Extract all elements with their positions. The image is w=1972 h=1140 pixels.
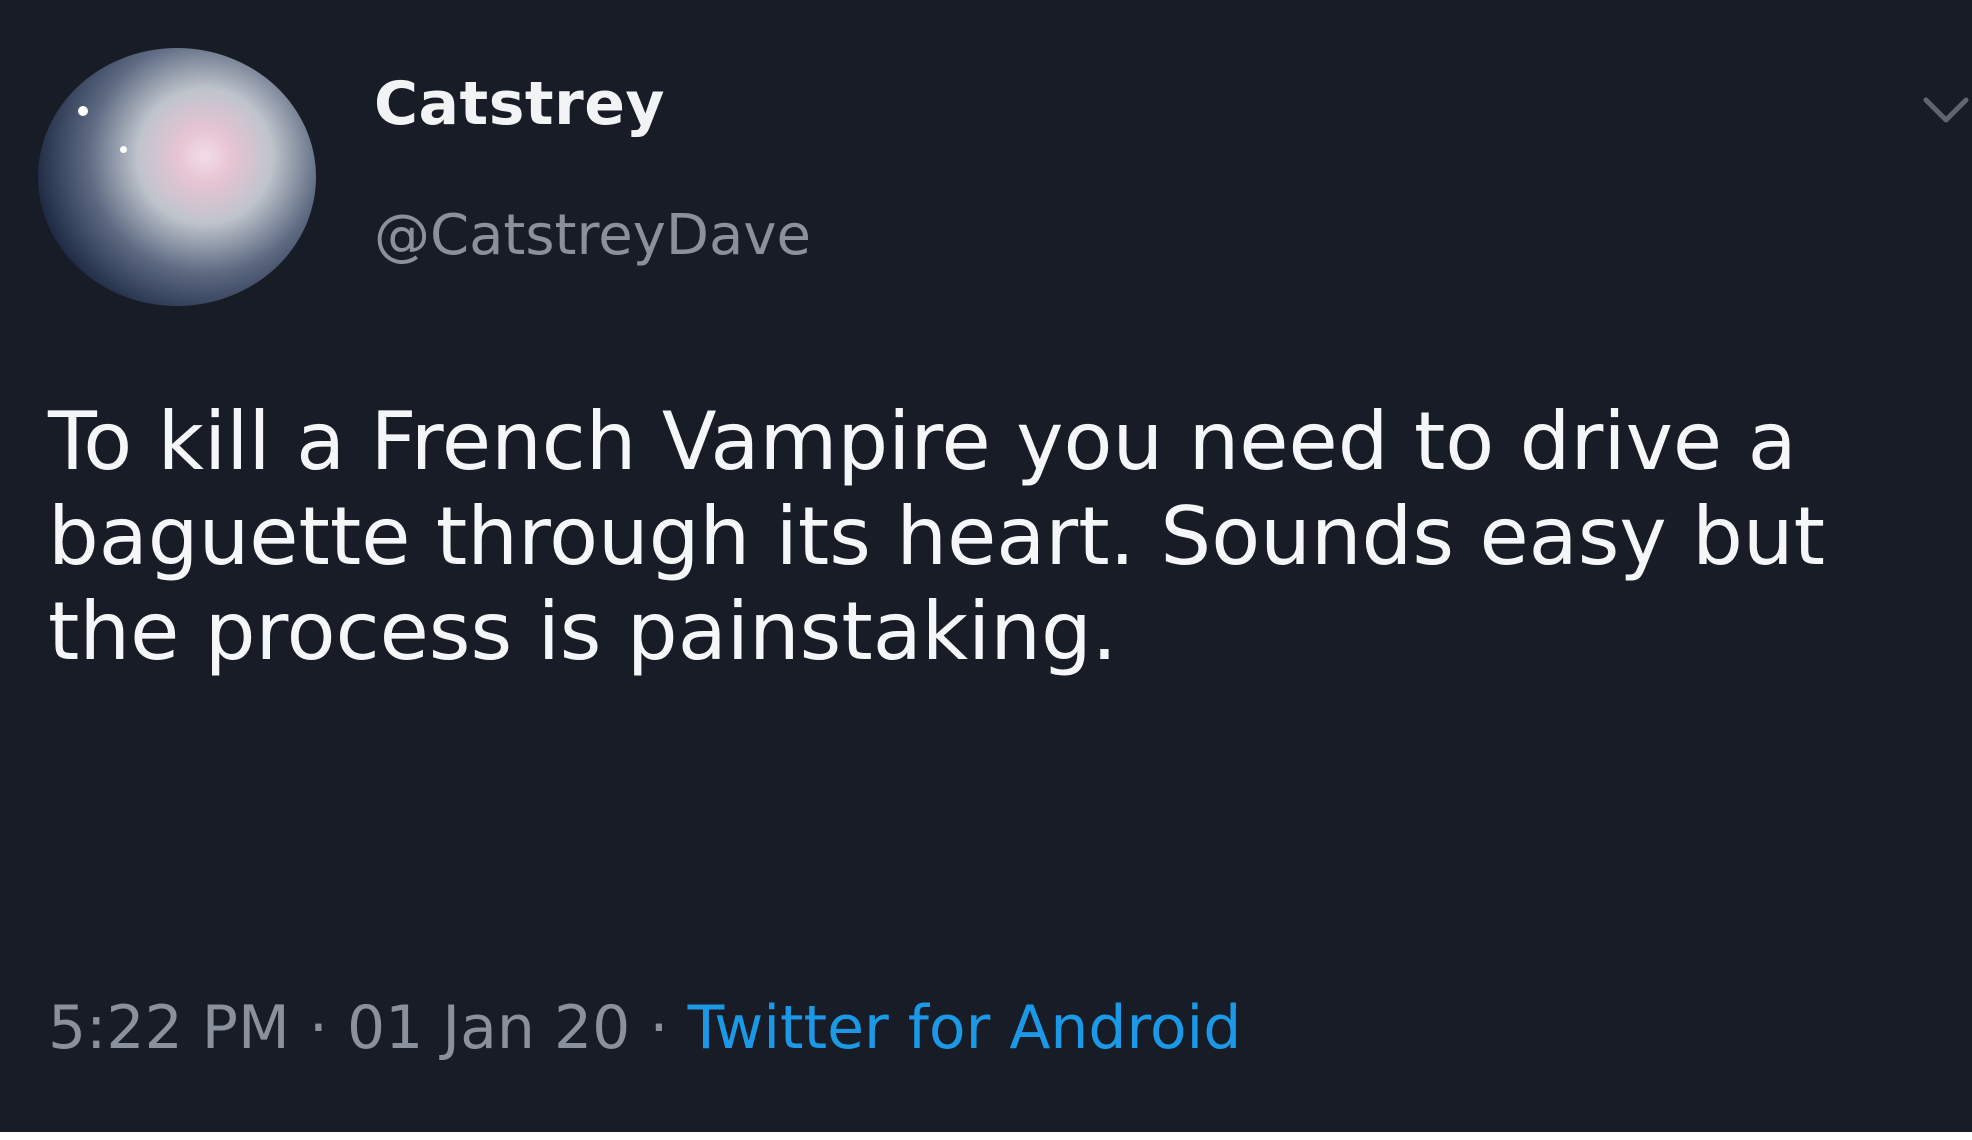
meta-separator: · bbox=[308, 993, 328, 1063]
tweet-source-link[interactable]: Twitter for Android bbox=[688, 993, 1242, 1063]
avatar-detail bbox=[120, 146, 127, 153]
display-name[interactable]: Catstrey bbox=[374, 74, 665, 134]
chevron-down-icon[interactable] bbox=[1920, 92, 1972, 128]
handle[interactable]: @CatstreyDave bbox=[374, 208, 811, 264]
tweet-time[interactable]: 5:22 PM bbox=[48, 993, 290, 1063]
avatar[interactable] bbox=[38, 48, 316, 306]
tweet-meta: 5:22 PM · 01 Jan 20 · Twitter for Androi… bbox=[48, 998, 1241, 1058]
tweet-text: To kill a French Vampire you need to dri… bbox=[48, 395, 1825, 679]
avatar-detail bbox=[78, 106, 88, 116]
tweet-card: Catstrey @CatstreyDave To kill a French … bbox=[0, 0, 1972, 1132]
tweet-date[interactable]: 01 Jan 20 bbox=[347, 993, 630, 1063]
meta-separator: · bbox=[649, 993, 669, 1063]
